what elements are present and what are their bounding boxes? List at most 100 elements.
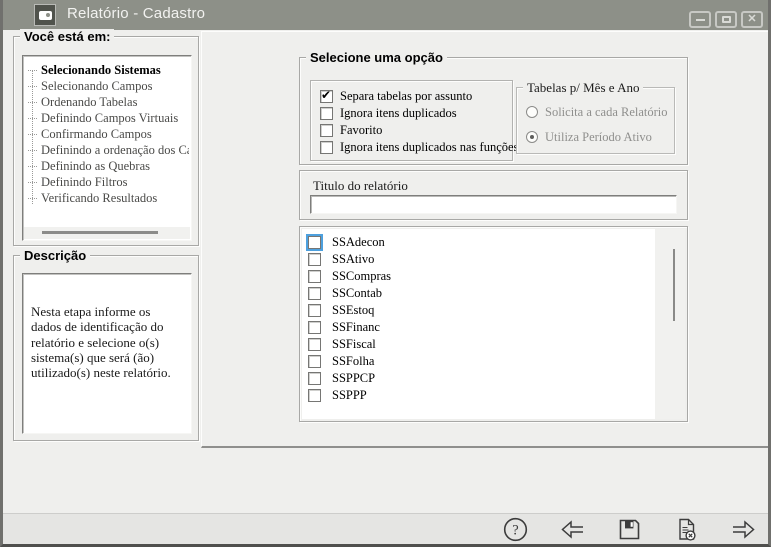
checkbox-label[interactable]: Separa tabelas por assunto — [340, 89, 472, 104]
radio-label: Solicita a cada Relatório — [545, 105, 668, 120]
step-label: Definindo as Quebras — [41, 159, 150, 173]
step-label: Selecionando Sistemas — [41, 63, 161, 77]
checkbox-separa-tabelas[interactable] — [320, 90, 333, 103]
steps-scrollbar-thumb[interactable] — [42, 231, 158, 234]
system-checkbox[interactable] — [308, 287, 321, 300]
save-button[interactable] — [616, 516, 643, 543]
systems-vertical-scrollbar[interactable] — [655, 229, 685, 419]
systems-listbox: SSAdecon SSAtivo SSCompras SSContab SSEs… — [299, 226, 688, 422]
system-label: SSPPCP — [332, 371, 375, 386]
system-row[interactable]: SSPPCP — [308, 370, 375, 386]
forward-icon — [730, 516, 757, 543]
report-title-label: Titulo do relatório — [313, 178, 408, 194]
system-row[interactable]: SSEstoq — [308, 302, 374, 318]
description-groupbox: Descrição Nesta etapa informe os dados d… — [13, 255, 199, 441]
systems-list: SSAdecon SSAtivo SSCompras SSContab SSEs… — [302, 229, 655, 419]
minimize-icon — [696, 19, 705, 21]
system-checkbox[interactable] — [308, 338, 321, 351]
client-area: Você está em: Selecionando Sistemas Sele… — [3, 30, 768, 547]
checkbox-ignora-duplicados-funcoes[interactable] — [320, 141, 333, 154]
system-checkbox[interactable] — [308, 270, 321, 283]
report-title-input[interactable] — [310, 195, 677, 214]
main-panel: Selecione uma opção Separa tabelas por a… — [201, 31, 771, 448]
step-item[interactable]: Ordenando Tabelas — [27, 94, 189, 110]
step-item[interactable]: Definindo a ordenação dos Can — [27, 142, 189, 158]
report-delete-button[interactable] — [673, 516, 700, 543]
back-button[interactable] — [559, 516, 586, 543]
system-checkbox[interactable] — [308, 355, 321, 368]
system-row[interactable]: SSAtivo — [308, 251, 374, 267]
system-checkbox[interactable] — [308, 321, 321, 334]
system-checkbox[interactable] — [308, 389, 321, 402]
app-icon — [34, 4, 56, 26]
step-item[interactable]: Definindo Filtros — [27, 174, 189, 190]
system-label: SSPPP — [332, 388, 367, 403]
radio-solicita-cada-relatorio — [526, 106, 538, 118]
maximize-button[interactable] — [715, 11, 737, 28]
minimize-button[interactable] — [689, 11, 711, 28]
systems-scrollbar-thumb[interactable] — [673, 249, 675, 321]
options-groupbox: Selecione uma opção Separa tabelas por a… — [299, 57, 688, 165]
help-icon: ? — [502, 516, 529, 543]
system-label: SSFolha — [332, 354, 374, 369]
system-checkbox[interactable] — [308, 236, 321, 249]
close-icon: ✕ — [747, 14, 756, 25]
step-label: Selecionando Campos — [41, 79, 152, 93]
step-label: Definindo Filtros — [41, 175, 127, 189]
save-icon — [616, 516, 643, 543]
step-label: Definindo Campos Virtuais — [41, 111, 178, 125]
checkbox-ignora-duplicados[interactable] — [320, 107, 333, 120]
system-checkbox[interactable] — [308, 372, 321, 385]
system-row[interactable]: SSCompras — [308, 268, 391, 284]
system-row[interactable]: SSFolha — [308, 353, 374, 369]
step-label: Definindo a ordenação dos Can — [41, 143, 189, 157]
step-item[interactable]: Verificando Resultados — [27, 190, 189, 206]
step-label: Verificando Resultados — [41, 191, 157, 205]
checkbox-favorito[interactable] — [320, 124, 333, 137]
options-checkbox-panel: Separa tabelas por assunto Ignora itens … — [310, 80, 513, 161]
system-row[interactable]: SSFiscal — [308, 336, 376, 352]
system-checkbox[interactable] — [308, 304, 321, 317]
system-row[interactable]: SSAdecon — [308, 234, 385, 250]
system-row[interactable]: SSFinanc — [308, 319, 380, 335]
checkbox-label[interactable]: Ignora itens duplicados nas funções — [340, 140, 518, 155]
period-groupbox: Tabelas p/ Mês e Ano Solicita a cada Rel… — [516, 87, 675, 154]
system-label: SSCompras — [332, 269, 391, 284]
checkbox-label[interactable]: Ignora itens duplicados — [340, 106, 457, 121]
system-label: SSAtivo — [332, 252, 374, 267]
system-label: SSFinanc — [332, 320, 380, 335]
radio-label: Utiliza Período Ativo — [545, 130, 652, 145]
close-button[interactable]: ✕ — [741, 11, 763, 28]
options-group-title: Selecione uma opção — [306, 50, 447, 65]
bottom-toolbar: ? — [3, 513, 768, 544]
steps-list: Selecionando Sistemas Selecionando Campo… — [22, 55, 192, 241]
steps-group-title: Você está em: — [20, 29, 114, 44]
step-item[interactable]: Definindo Campos Virtuais — [27, 110, 189, 126]
window-title: Relatório - Cadastro — [67, 5, 205, 22]
description-box: Nesta etapa informe os dados de identifi… — [22, 273, 192, 434]
steps-horizontal-scrollbar[interactable] — [24, 227, 190, 239]
checkbox-label[interactable]: Favorito — [340, 123, 382, 138]
system-label: SSEstoq — [332, 303, 374, 318]
system-label: SSContab — [332, 286, 382, 301]
system-label: SSAdecon — [332, 235, 385, 250]
radio-utiliza-periodo-ativo — [526, 131, 538, 143]
period-group-title: Tabelas p/ Mês e Ano — [523, 80, 643, 96]
forward-button[interactable] — [730, 516, 757, 543]
description-text: Nesta etapa informe os dados de identifi… — [23, 274, 191, 381]
step-item[interactable]: Selecionando Campos — [27, 78, 189, 94]
titlebar[interactable]: Relatório - Cadastro ✕ — [3, 0, 768, 30]
dialog-window: Relatório - Cadastro ✕ Você está em: Sel… — [0, 0, 771, 547]
step-item[interactable]: Selecionando Sistemas — [27, 62, 189, 78]
step-item[interactable]: Confirmando Campos — [27, 126, 189, 142]
svg-text:?: ? — [512, 522, 518, 538]
step-item[interactable]: Definindo as Quebras — [27, 158, 189, 174]
step-label: Ordenando Tabelas — [41, 95, 137, 109]
system-row[interactable]: SSPPP — [308, 387, 367, 403]
system-checkbox[interactable] — [308, 253, 321, 266]
report-delete-icon — [673, 516, 700, 543]
system-row[interactable]: SSContab — [308, 285, 382, 301]
help-button[interactable]: ? — [502, 516, 529, 543]
step-label: Confirmando Campos — [41, 127, 152, 141]
description-title: Descrição — [20, 248, 90, 263]
